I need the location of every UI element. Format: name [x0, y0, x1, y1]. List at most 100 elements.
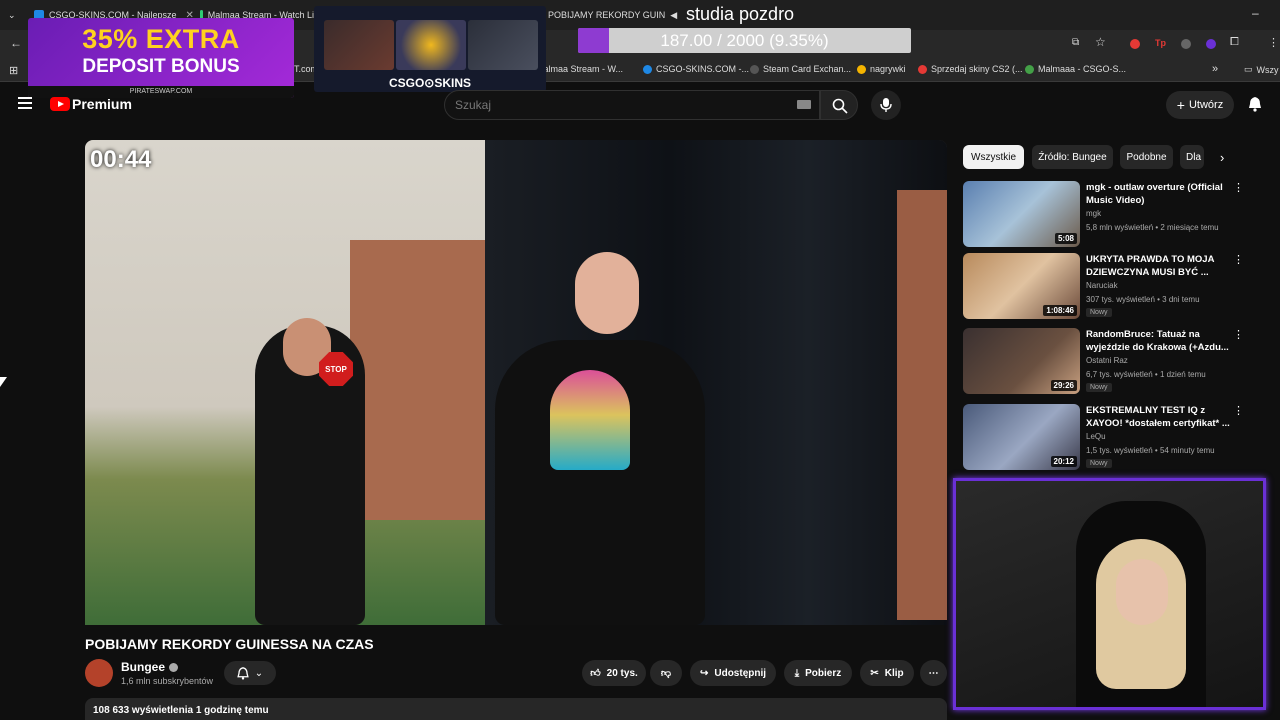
goal-progress-bar: 187.00 / 2000 (9.35%) — [578, 28, 911, 53]
share-button[interactable]: ↪ Udostępnij — [690, 660, 776, 686]
more-options-icon[interactable]: ⋮ — [1233, 404, 1244, 417]
bookmark-label: Wszy — [1256, 64, 1279, 75]
extensions-puzzle-icon[interactable]: ⧠ — [1230, 36, 1239, 49]
channel-name[interactable]: Bungee — [121, 660, 179, 674]
tab-list-chevron-icon[interactable]: ⌄ — [8, 6, 24, 24]
recommendation-thumbnail[interactable]: 29:26 — [963, 328, 1080, 394]
bookmark-malmaaa[interactable]: Malmaaa - CSGO-S... — [1025, 64, 1126, 74]
subscriber-count: 1,6 mln subskrybentów — [121, 676, 214, 686]
back-arrow-icon[interactable]: ← — [10, 36, 22, 50]
keyboard-icon[interactable] — [797, 100, 811, 109]
chip-source-bungee[interactable]: Źródło: Bungee — [1032, 145, 1113, 169]
bookmark-label: Malmaaa - CSGO-S... — [1038, 64, 1127, 74]
extension-grey-icon[interactable] — [1181, 39, 1191, 49]
recommendation-title[interactable]: EKSTREMALNY TEST IQ z XAYOO! *dostałem c… — [1086, 404, 1236, 430]
apps-grid-icon[interactable]: ⊞ — [9, 64, 18, 77]
chip-for-you[interactable]: Dla — [1180, 145, 1204, 169]
recommendation-title[interactable]: UKRYTA PRAWDA TO MOJA DZIEWCZYNA MUSI BY… — [1086, 253, 1236, 279]
recommendation-title[interactable]: RandomBruce: Tatuaż na wyjeździe do Krak… — [1086, 328, 1236, 354]
bookmark-nagrywki[interactable]: nagrywki — [857, 64, 906, 74]
extension-red-icon[interactable] — [1130, 39, 1140, 49]
chips-next-chevron-icon[interactable]: › — [1220, 150, 1224, 165]
video-player[interactable]: STOP 00:44 — [85, 140, 947, 625]
chip-related[interactable]: Podobne — [1120, 145, 1173, 169]
dislike-button[interactable]: 👎︎ — [650, 660, 682, 686]
bookmark-malmaa-stream[interactable]: Malmaa Stream - W... — [536, 64, 623, 74]
like-count: 20 tys. — [606, 667, 638, 679]
channel-avatar[interactable] — [85, 659, 113, 687]
clip-label: Klip — [884, 667, 904, 679]
recommendation-item[interactable]: 29:26 RandomBruce: Tatuaż na wyjeździe d… — [963, 328, 1263, 396]
chevron-down-icon: ⌄ — [254, 667, 264, 679]
sheet-favicon-icon — [1025, 64, 1034, 74]
webcam-person-face — [1116, 559, 1168, 625]
bookmark-star-icon[interactable]: ☆ — [1095, 35, 1106, 49]
chip-all[interactable]: Wszystkie — [963, 145, 1024, 169]
bookmark-csgo-skins[interactable]: CSGO-SKINS.COM -... — [643, 64, 749, 74]
description-box[interactable]: 108 633 wyświetlenia 1 godzinę temu — [85, 698, 947, 720]
clip-button[interactable]: ✂ Klip — [860, 660, 914, 686]
browser-menu-icon[interactable]: ⋮ — [1268, 36, 1279, 49]
bookmarks-folder[interactable]: ▭ Wszy — [1244, 64, 1279, 75]
steam-favicon-icon — [750, 64, 759, 74]
recommendation-thumbnail[interactable]: 1:08:46 — [963, 253, 1080, 319]
like-button[interactable]: 👍︎ 20 tys. — [582, 660, 646, 686]
new-badge: Nowy — [1086, 383, 1112, 392]
bookmark-label: Sprzedaj skiny CS2 (... — [931, 64, 1023, 74]
view-count-date: 108 633 wyświetlenia 1 godzinę temu — [93, 705, 269, 716]
youtube-premium-brand[interactable]: Premium — [72, 96, 132, 112]
recommendation-meta: 5,8 mln wyświetleń • 2 miesiące temu — [1086, 223, 1219, 232]
more-actions-button[interactable]: ⋯ — [920, 660, 947, 686]
notifications-bell-icon[interactable] — [1248, 96, 1262, 112]
more-dots-icon: ⋯ — [928, 667, 939, 679]
minimize-window-icon[interactable]: – — [1252, 6, 1259, 20]
duration-badge: 1:08:46 — [1043, 305, 1077, 316]
thumbs-up-icon: 👍︎ — [590, 668, 601, 679]
download-button[interactable]: ⤓ Pobierz — [784, 660, 852, 686]
search-input[interactable]: Szukaj — [444, 90, 820, 120]
more-bookmarks-chevron-icon[interactable]: » — [1212, 63, 1218, 75]
recommendation-item[interactable]: 20:12 EKSTREMALNY TEST IQ z XAYOO! *dost… — [963, 404, 1263, 472]
recommendation-title[interactable]: mgk - outlaw overture (Official Music Vi… — [1086, 181, 1236, 207]
more-options-icon[interactable]: ⋮ — [1233, 328, 1244, 341]
duration-badge: 5:08 — [1054, 233, 1077, 244]
duration-badge: 29:26 — [1050, 380, 1077, 391]
share-label: Udostępnij — [714, 667, 767, 679]
recommendation-item[interactable]: 5:08 mgk - outlaw overture (Official Mus… — [963, 181, 1263, 249]
search-placeholder: Szukaj — [455, 98, 492, 112]
bookmark-sprzedaj-skiny[interactable]: Sprzedaj skiny CS2 (... — [918, 64, 1023, 74]
search-icon — [832, 98, 848, 114]
create-label: Utwórz — [1188, 99, 1224, 111]
bookmark-label: Steam Card Exchan... — [763, 64, 852, 74]
recommendation-thumbnail[interactable]: 5:08 — [963, 181, 1080, 247]
install-app-icon[interactable]: ⧉ — [1072, 37, 1079, 48]
extension-tp-icon[interactable]: Tp — [1155, 38, 1166, 48]
duration-badge: 20:12 — [1050, 456, 1077, 467]
create-button[interactable]: + Utwórz — [1166, 91, 1234, 119]
video-frame-brick — [897, 190, 947, 620]
recommendation-channel[interactable]: LeQu — [1086, 432, 1106, 441]
extension-purple-icon[interactable] — [1206, 39, 1216, 49]
recommendation-channel[interactable]: Naruciak — [1086, 281, 1118, 290]
channel-name-text: Bungee — [121, 660, 166, 674]
bookmark-steam-card[interactable]: Steam Card Exchan... — [750, 64, 851, 74]
youtube-logo-icon[interactable] — [50, 97, 70, 111]
subscription-notifications-button[interactable]: ⌄ — [224, 661, 276, 685]
recommendation-thumbnail[interactable]: 20:12 — [963, 404, 1080, 470]
download-label: Pobierz — [805, 667, 842, 679]
voice-search-button[interactable] — [871, 90, 901, 120]
stopwatch-timer: 00:44 — [90, 146, 152, 173]
scissors-icon: ✂ — [870, 667, 879, 679]
download-icon: ⤓ — [794, 667, 800, 679]
hamburger-menu-icon[interactable] — [18, 97, 32, 109]
more-options-icon[interactable]: ⋮ — [1233, 181, 1244, 194]
more-options-icon[interactable]: ⋮ — [1233, 253, 1244, 266]
new-badge: Nowy — [1086, 308, 1112, 317]
recommendation-channel[interactable]: mgk — [1086, 209, 1101, 218]
recommendation-item[interactable]: 1:08:46 UKRYTA PRAWDA TO MOJA DZIEWCZYNA… — [963, 253, 1263, 321]
recommendation-channel[interactable]: Ostatni Raz — [1086, 356, 1128, 365]
csgo-favicon-icon — [643, 64, 652, 74]
tab-youtube-video[interactable]: POBIJAMY REKORDY GUIN ◀ ✕ — [548, 6, 683, 24]
plus-icon: + — [1176, 97, 1185, 113]
search-button[interactable] — [820, 90, 858, 120]
